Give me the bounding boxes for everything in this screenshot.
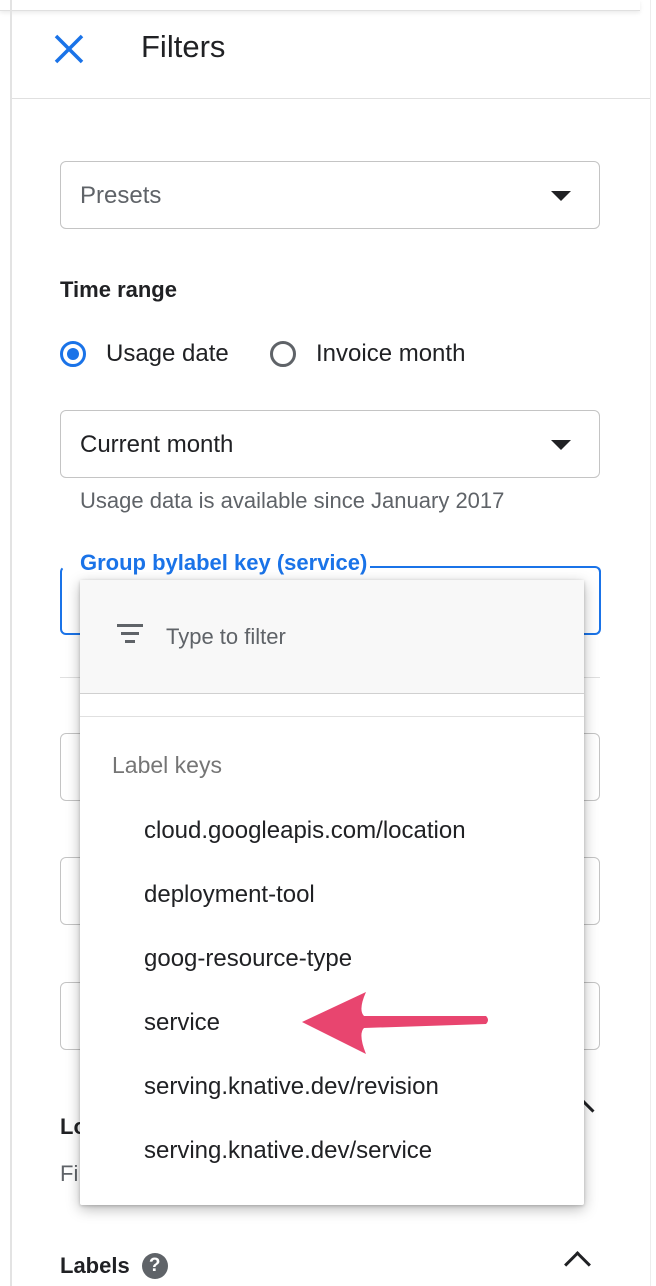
dropdown-option[interactable]: serving.knative.dev/service: [144, 1137, 432, 1165]
left-border: [10, 0, 12, 1286]
radio-usage-date-label: Usage date: [106, 340, 229, 367]
filter-bar: [80, 580, 584, 694]
radio-invoice-month-label: Invoice month: [316, 340, 466, 367]
time-range-label: Time range: [60, 277, 177, 302]
label-key-dropdown: Label keys cloud.googleapis.com/location…: [80, 580, 584, 1205]
annotation-arrow-icon: [302, 992, 488, 1054]
radio-unselected-icon[interactable]: [270, 341, 296, 367]
dropdown-group-heading: Label keys: [112, 752, 222, 778]
radio-usage-date[interactable]: Usage date: [60, 336, 229, 372]
radio-selected-icon[interactable]: [60, 341, 86, 367]
time-range-hint: Usage data is available since January 20…: [80, 488, 505, 513]
dropdown-arrow-icon: [551, 191, 571, 201]
close-icon[interactable]: [52, 32, 86, 66]
dropdown-option[interactable]: deployment-tool: [144, 881, 315, 909]
labels-title: Labels: [60, 1253, 130, 1278]
dropdown-option[interactable]: serving.knative.dev/revision: [144, 1073, 439, 1101]
dropdown-arrow-icon: [551, 440, 571, 450]
help-icon[interactable]: ?: [141, 1253, 168, 1279]
dropdown-option[interactable]: cloud.googleapis.com/location: [144, 817, 466, 845]
panel-title: Filters: [141, 29, 226, 64]
dropdown-separator: [80, 716, 584, 717]
panel-header: Filters: [12, 10, 650, 99]
time-range-value: Current month: [80, 431, 234, 458]
presets-select[interactable]: Presets: [60, 161, 600, 229]
type-to-filter-input[interactable]: [164, 616, 558, 658]
chevron-up-icon[interactable]: [564, 1251, 591, 1278]
filter-list-icon: [116, 624, 144, 646]
dropdown-option-service[interactable]: service: [144, 1009, 220, 1037]
right-border: [650, 0, 651, 1286]
labels-section-header: Labels ?: [60, 1253, 168, 1279]
group-by-label: Group bylabel key (service): [80, 550, 370, 576]
presets-value: Presets: [80, 182, 162, 209]
location-subtext: Fi: [60, 1161, 79, 1186]
dropdown-option[interactable]: goog-resource-type: [144, 945, 352, 973]
radio-invoice-month[interactable]: Invoice month: [270, 336, 465, 372]
time-range-select[interactable]: Current month: [60, 410, 600, 478]
group-by-outline: [370, 566, 601, 574]
